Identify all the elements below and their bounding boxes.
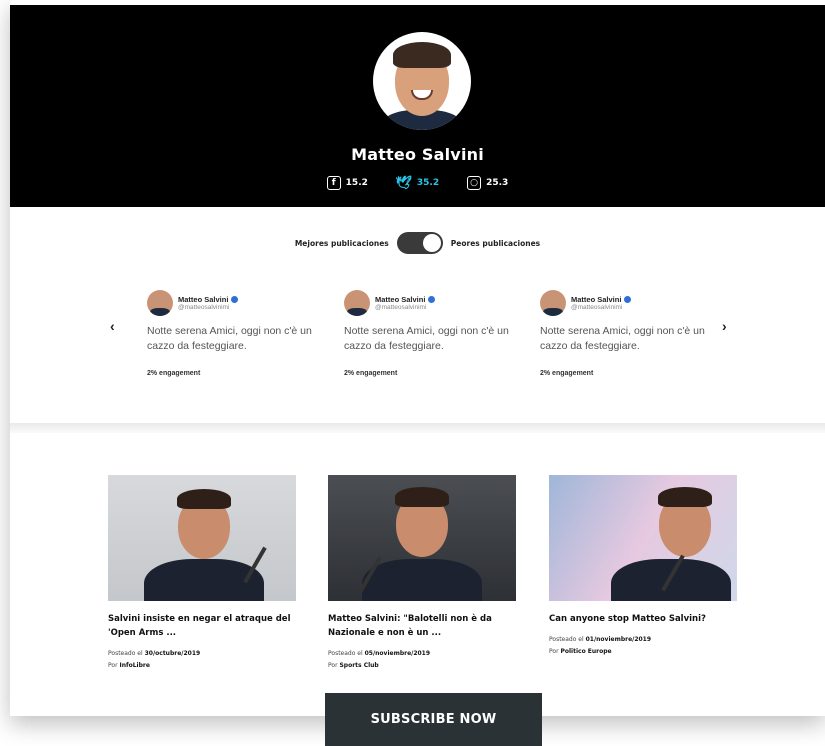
article-posted-label: Posteado el	[549, 636, 584, 643]
toggle-left-label: Mejores publicaciones	[294, 238, 389, 248]
stat-instagram[interactable]: ○ 25.3	[467, 176, 508, 190]
article-title[interactable]: Matteo Salvini: "Balotelli non è da Nazi…	[328, 612, 516, 640]
social-stats: f 15.2 🕊 35.2 ○ 25.3	[10, 175, 825, 191]
article-card[interactable]: Can anyone stop Matteo Salvini? Posteado…	[549, 475, 737, 658]
page: Matteo Salvini f 15.2 🕊 35.2 ○ 25.3 Mejo…	[0, 0, 825, 746]
tweet-handle: @matteosalvinimi	[375, 304, 427, 311]
article-date: 30/octubre/2019	[144, 650, 201, 657]
article-source: Politico Europe	[560, 648, 612, 655]
tweet-author: Matteo Salvini	[375, 295, 426, 304]
article-date: 05/noviembre/2019	[364, 650, 431, 657]
article-meta: Posteado el 05/noviembre/2019 Por Sports…	[328, 648, 516, 672]
toggle-switch[interactable]	[396, 232, 443, 254]
tweet-author: Matteo Salvini	[178, 295, 229, 304]
subscribe-button[interactable]: SUBSCRIBE NOW	[325, 693, 542, 746]
publications-toggle: Mejores publicaciones Peores publicacion…	[10, 232, 825, 254]
toggle-right-label: Peores publicaciones	[450, 238, 541, 248]
facebook-icon: f	[326, 176, 341, 190]
article-meta: Posteado el 30/octubre/2019 Por InfoLibr…	[108, 648, 296, 672]
toggle-knob	[422, 234, 441, 252]
article-by-label: Por	[549, 648, 559, 655]
verified-icon	[428, 296, 436, 303]
article-posted-label: Posteado el	[108, 650, 143, 657]
stat-facebook[interactable]: f 15.2	[326, 176, 368, 190]
tweet-text: Notte serena Amici, oggi non c'è un cazz…	[147, 325, 312, 352]
profile-name: Matteo Salvini	[351, 145, 484, 164]
article-title[interactable]: Can anyone stop Matteo Salvini?	[549, 612, 737, 626]
section-divider	[10, 423, 825, 433]
tweet-author: Matteo Salvini	[571, 295, 622, 304]
verified-icon	[624, 296, 632, 303]
tweet-text: Notte serena Amici, oggi non c'è un cazz…	[344, 325, 509, 352]
article-image[interactable]	[108, 475, 296, 601]
tweets-carousel: ‹ Matteo Salvini @matteosalvinimi Notte …	[10, 290, 825, 410]
profile-avatar	[373, 32, 471, 130]
tweet-avatar	[344, 290, 370, 316]
tweet-card[interactable]: Matteo Salvini @matteosalvinimi Notte se…	[147, 290, 317, 377]
tweet-text: Notte serena Amici, oggi non c'è un cazz…	[540, 325, 705, 352]
article-by-label: Por	[108, 662, 118, 669]
article-posted-label: Posteado el	[328, 650, 363, 657]
profile-header: Matteo Salvini f 15.2 🕊 35.2 ○ 25.3	[10, 5, 825, 207]
stat-twitter[interactable]: 🕊 35.2	[395, 175, 440, 191]
stat-facebook-value: 15.2	[345, 178, 368, 188]
article-date: 01/noviembre/2019	[585, 636, 652, 643]
tweet-engagement: 2% engagement	[147, 370, 201, 377]
article-card[interactable]: Matteo Salvini: "Balotelli non è da Nazi…	[328, 475, 516, 672]
tweet-avatar	[540, 290, 566, 316]
tweet-card[interactable]: Matteo Salvini @matteosalvinimi Notte se…	[344, 290, 514, 377]
carousel-next-chevron-right-icon[interactable]: ›	[722, 318, 727, 334]
verified-icon	[231, 296, 239, 303]
article-title[interactable]: Salvini insiste en negar el atraque del …	[108, 612, 296, 640]
stat-twitter-value: 35.2	[416, 178, 440, 188]
article-source: InfoLibre	[119, 662, 150, 669]
article-image[interactable]	[328, 475, 516, 601]
article-card[interactable]: Salvini insiste en negar el atraque del …	[108, 475, 296, 672]
tweet-handle: @matteosalvinimi	[178, 304, 230, 311]
tweet-card[interactable]: Matteo Salvini @matteosalvinimi Notte se…	[540, 290, 710, 377]
carousel-prev-chevron-left-icon[interactable]: ‹	[110, 318, 115, 334]
instagram-icon: ○	[467, 176, 482, 190]
article-by-label: Por	[328, 662, 338, 669]
article-meta: Posteado el 01/noviembre/2019 Por Politi…	[549, 634, 737, 658]
content-frame: Matteo Salvini f 15.2 🕊 35.2 ○ 25.3 Mejo…	[10, 0, 825, 716]
tweet-engagement: 2% engagement	[540, 370, 594, 377]
stat-instagram-value: 25.3	[486, 178, 509, 188]
tweet-avatar	[147, 290, 173, 316]
article-source: Sports Club	[339, 662, 379, 669]
article-image[interactable]	[549, 475, 737, 601]
tweet-handle: @matteosalvinimi	[571, 304, 623, 311]
twitter-icon: 🕊	[395, 175, 413, 191]
tweet-engagement: 2% engagement	[344, 370, 398, 377]
